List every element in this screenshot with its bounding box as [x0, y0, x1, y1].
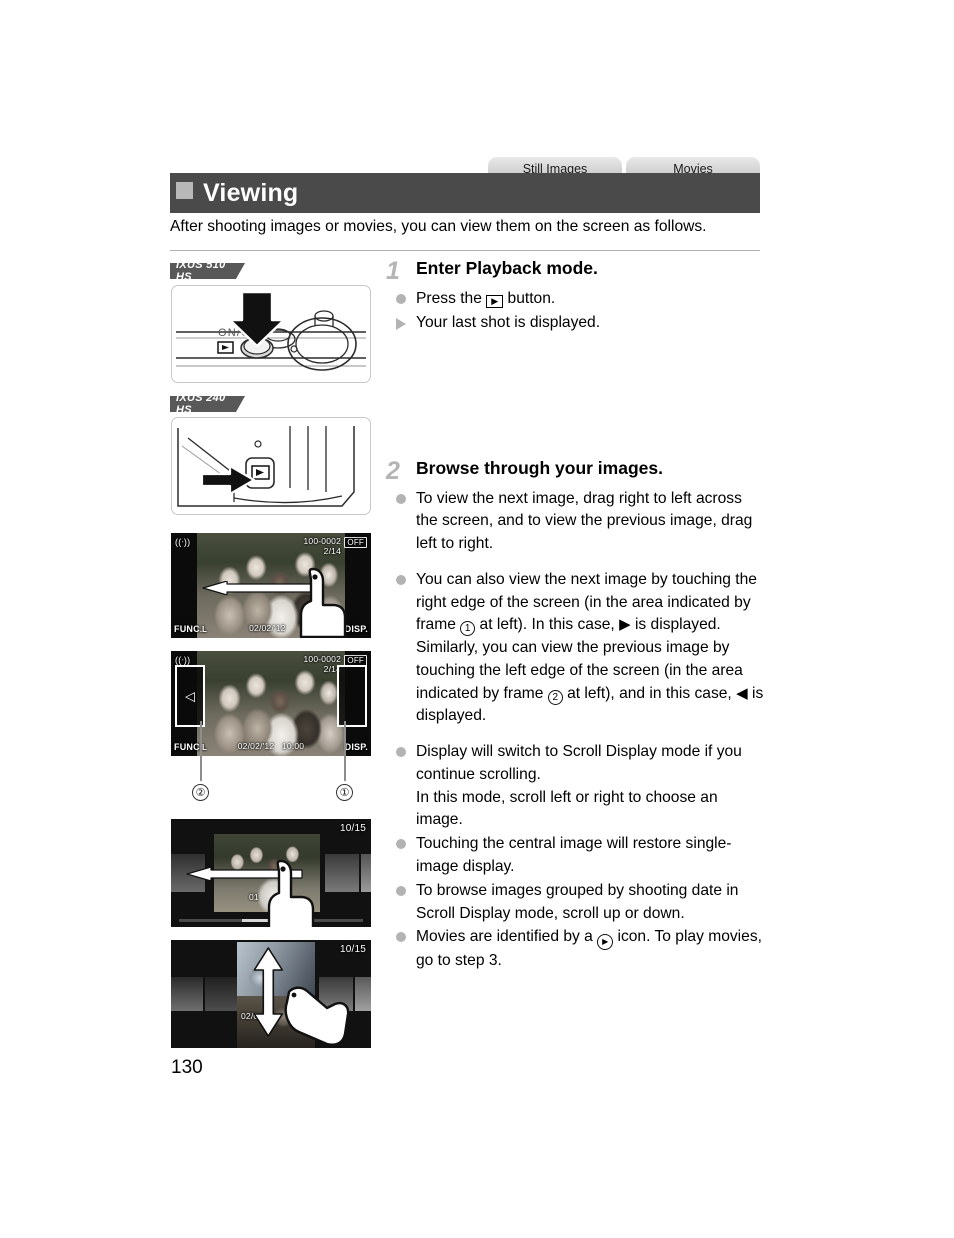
model-badge-510: IXUS 510 HS — [170, 259, 245, 283]
bullet-last-shot: Your last shot is displayed. — [386, 312, 764, 335]
movie-play-icon — [597, 934, 614, 951]
steps-column: 1 Enter Playback mode. Press the button.… — [386, 258, 764, 974]
bullet-dot-icon — [396, 294, 406, 304]
camera-illustration-510: ON/O — [171, 285, 371, 383]
bullet-text: To browse images grouped by shooting dat… — [416, 881, 739, 922]
shooting-date: 02/02/'12 — [237, 741, 275, 752]
bullet-scroll-display-mode: Display will switch to Scroll Display mo… — [386, 741, 764, 832]
thumbnail[interactable] — [171, 977, 203, 1011]
quality-icon: L — [202, 624, 208, 634]
lcd-screenshot-scroll-horizontal: 10/15 01 — [171, 819, 371, 927]
square-marker-icon — [176, 181, 193, 199]
finger-touch-icon — [284, 986, 350, 1046]
callout-leader-line-2 — [200, 721, 202, 781]
right-arrow-icon — [619, 616, 631, 633]
callout-marker-2: ② — [192, 784, 209, 801]
wifi-icon: ((ᐧ)) — [175, 655, 191, 665]
bullet-text-after: button. — [503, 290, 556, 307]
step-2: 2 Browse through your images. To view th… — [386, 458, 764, 974]
bullet-edge-touch: You can also view the next image by touc… — [386, 569, 764, 728]
touch-area-frame-next[interactable] — [337, 665, 367, 727]
finger-touch-icon — [267, 859, 315, 927]
lcd-screenshot-swipe: ((ᐧ)) 100-0002 2/14 OFF FUNC. L 02/02/'1… — [171, 533, 371, 638]
shooting-date: 02/02/'12 — [249, 623, 286, 634]
lcd-left-bar — [171, 533, 197, 638]
bullet-drag-to-browse: To view the next image, drag right to le… — [386, 488, 764, 556]
frame-marker-2-icon: 2 — [547, 689, 563, 705]
thumbnail[interactable] — [205, 977, 237, 1011]
bullet-group-by-date: To browse images grouped by shooting dat… — [386, 880, 764, 926]
finger-touch-icon — [299, 567, 347, 638]
left-arrow-icon — [736, 685, 748, 702]
camera-illustration-240 — [171, 417, 371, 515]
step-1: 1 Enter Playback mode. Press the button.… — [386, 258, 764, 335]
shooting-date-time: 02/02/'12 10:00 — [237, 741, 305, 752]
intro-text: After shooting images or movies, you can… — [170, 218, 707, 235]
step-2-number: 2 — [386, 456, 400, 485]
bullet-dot-icon — [396, 885, 406, 896]
callout-leader-line-1 — [344, 721, 346, 781]
step-1-bullets: Press the button. Your last shot is disp… — [386, 288, 764, 335]
page-title: Viewing — [203, 178, 299, 207]
page-number: 130 — [171, 1057, 203, 1078]
bullet-touch-central-image: Touching the central image will restore … — [386, 833, 764, 879]
quality-icon: L — [202, 742, 208, 752]
thumbnail[interactable] — [361, 854, 371, 892]
manual-page: Still Images Movies Viewing After shooti… — [0, 0, 954, 1238]
thumbnail[interactable] — [355, 977, 371, 1011]
step-2-heading: 2 Browse through your images. — [386, 458, 764, 484]
frame-marker-1-icon: 1 — [460, 621, 476, 637]
model-badge-240: IXUS 240 HS — [170, 392, 245, 416]
divider — [170, 250, 760, 251]
playback-button-icon — [486, 295, 504, 308]
bullet-line-1: Display will switch to Scroll Display mo… — [416, 743, 742, 783]
bullet-text-part-4: at left), and in this case, — [562, 684, 737, 702]
bullet-text: Your last shot is displayed. — [416, 313, 601, 331]
func-button-label[interactable]: FUNC. — [174, 742, 203, 752]
image-counter: 2/14 — [323, 546, 341, 556]
lcd-screenshot-scroll-vertical: 10/15 02/0 2 — [171, 940, 371, 1048]
bullet-text-part-1: Movies are identified by a — [416, 928, 598, 946]
bullet-text-part-2: at left). In this case, — [475, 616, 620, 634]
section-header-bar: Viewing — [170, 173, 760, 213]
bullet-dot-icon — [396, 493, 406, 504]
bullet-press-play: Press the button. — [386, 288, 764, 311]
scroll-index-counter: 10/15 — [339, 944, 366, 955]
bullet-dot-icon — [396, 747, 406, 758]
bullet-text: To view the next image, drag right to le… — [416, 489, 753, 553]
step-1-number: 1 — [386, 257, 400, 285]
bullet-triangle-icon — [396, 317, 406, 330]
bullet-dot-icon — [396, 932, 406, 943]
flash-off-icon: OFF — [344, 537, 367, 549]
bullet-line-2: In this mode, scroll left or right to ch… — [416, 788, 718, 829]
bullet-movies-icon: Movies are identified by a icon. To play… — [386, 926, 764, 973]
previous-arrow-icon: ◁ — [185, 688, 195, 704]
thumbnail[interactable] — [325, 854, 359, 892]
bullet-text: Touching the central image will restore … — [416, 835, 732, 876]
func-button-label[interactable]: FUNC. — [174, 624, 203, 634]
bullet-dot-icon — [396, 574, 406, 585]
bullet-text-before: Press the — [416, 290, 487, 307]
step-2-bullets: To view the next image, drag right to le… — [386, 488, 764, 974]
camera-510-drawing: ON/O — [176, 290, 366, 371]
disp-button-label[interactable]: DISP. — [345, 742, 368, 752]
step-1-heading: 1 Enter Playback mode. — [386, 258, 764, 284]
camera-240-drawing — [177, 426, 355, 507]
scroll-index-counter: 10/15 — [339, 823, 366, 834]
step-1-title: Enter Playback mode. — [416, 258, 598, 278]
touch-area-frame-previous[interactable]: ◁ — [175, 665, 205, 727]
callout-marker-1: ① — [336, 784, 353, 801]
wifi-icon: ((ᐧ)) — [175, 537, 191, 547]
step-2-title: Browse through your images. — [416, 457, 663, 478]
bullet-dot-icon — [396, 839, 406, 850]
shooting-time: 10:00 — [281, 741, 305, 752]
